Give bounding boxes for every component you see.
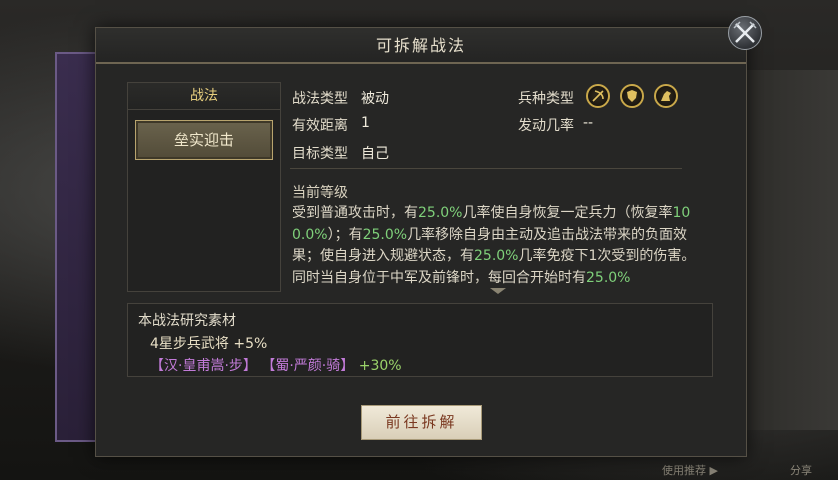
materials-title: 本战法研究素材	[138, 313, 236, 329]
skill-list-panel: 战法 垒实迎击	[127, 82, 281, 292]
background-recommend-text: 使用推荐 ▶	[662, 464, 718, 477]
target-value: 自己	[361, 146, 389, 162]
close-button[interactable]	[728, 16, 762, 50]
trigger-rate-label: 发动几率	[518, 118, 574, 134]
materials-line-1: 4星步兵武将 +5%	[150, 336, 268, 352]
skill-item-selected[interactable]: 垒实迎击	[135, 120, 273, 160]
desc-text: 受到普通攻击时，有	[292, 205, 418, 221]
info-divider	[290, 168, 682, 169]
horse-icon	[654, 84, 678, 108]
range-label: 有效距离	[292, 118, 348, 134]
dialog-header: 可拆解战法	[96, 28, 746, 64]
background-general-card	[55, 52, 97, 442]
material-bonus: +30%	[358, 358, 402, 374]
bow-icon	[586, 84, 610, 108]
desc-highlight: 25.0%	[362, 226, 408, 243]
materials-line-2: 【汉·皇甫嵩·步】 【蜀·严颜·骑】 +30%	[150, 355, 402, 375]
trigger-rate-value: --	[583, 115, 594, 131]
current-level-title: 当前等级	[292, 185, 348, 201]
background-right-panel	[745, 70, 838, 430]
close-swords-icon	[733, 21, 757, 43]
background-share-text: 分享	[790, 464, 812, 477]
research-materials-panel: 本战法研究素材 4星步兵武将 +5% 【汉·皇甫嵩·步】 【蜀·严颜·骑】 +3…	[127, 303, 713, 377]
range-value: 1	[361, 115, 370, 131]
shield-icon	[620, 84, 644, 108]
skill-type-label: 战法类型	[292, 91, 348, 107]
desc-text: 几率使自身恢复一定兵力（恢复率	[462, 205, 673, 221]
material-general-1[interactable]: 【汉·皇甫嵩·步】	[150, 358, 257, 374]
target-label: 目标类型	[292, 146, 348, 162]
skill-description[interactable]: 受到普通攻击时，有25.0%几率使自身恢复一定兵力（恢复率100.0%）；有25…	[292, 203, 702, 289]
desc-text: ）；有	[327, 226, 363, 243]
desc-highlight: 25.0%	[586, 269, 631, 286]
scroll-down-icon	[490, 288, 506, 294]
skill-list-header: 战法	[128, 83, 280, 110]
desc-highlight: 25.0%	[474, 248, 519, 264]
go-decompose-button[interactable]: 前往拆解	[361, 405, 482, 440]
desc-highlight: 25.0%	[418, 205, 463, 221]
dialog-title: 可拆解战法	[375, 36, 466, 55]
skill-type-value: 被动	[361, 91, 389, 107]
material-general-2[interactable]: 【蜀·严颜·骑】	[261, 358, 354, 374]
troop-type-label: 兵种类型	[518, 91, 574, 107]
